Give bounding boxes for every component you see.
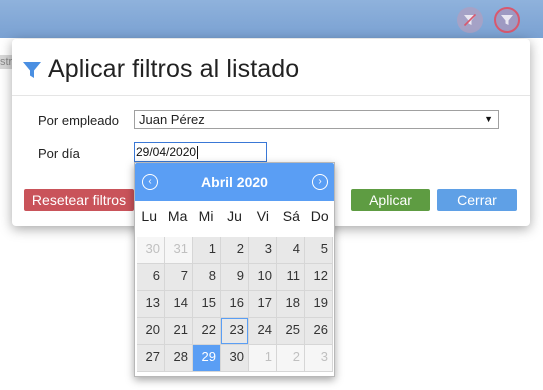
day-cell[interactable]: 30 <box>221 345 249 372</box>
day-cell-selected[interactable]: 29 <box>193 345 221 372</box>
day-cell[interactable]: 26 <box>305 318 333 345</box>
date-input-value: 29/04/2020 <box>136 145 197 159</box>
filter-off-icon <box>463 13 477 27</box>
day-cell[interactable]: 17 <box>249 291 277 318</box>
day-cell[interactable]: 3 <box>249 237 277 264</box>
close-button[interactable]: Cerrar <box>437 189 517 211</box>
datepicker-header: ‹ Abril 2020 › <box>135 163 334 201</box>
day-cell[interactable]: 27 <box>137 345 165 372</box>
weekday-label: Vi <box>256 208 269 224</box>
background-table-link: str <box>0 55 12 69</box>
dropdown-arrow-icon: ▼ <box>484 114 493 124</box>
divider <box>12 95 530 96</box>
day-cell[interactable]: 4 <box>277 237 305 264</box>
reset-filters-button[interactable]: Resetear filtros <box>24 189 134 211</box>
employee-select-value: Juan Pérez <box>139 112 205 127</box>
day-cell[interactable]: 9 <box>221 264 249 291</box>
weekday-label: Sá <box>282 208 300 224</box>
modal-header: Aplicar filtros al listado <box>22 55 299 84</box>
day-cell[interactable]: 7 <box>165 264 193 291</box>
clear-filter-button[interactable] <box>457 7 483 33</box>
next-month-button[interactable]: › <box>312 174 328 190</box>
month-title: Abril 2020 <box>201 174 268 190</box>
weekday-label: Ma <box>167 208 188 224</box>
text-caret <box>197 146 199 160</box>
day-cell[interactable]: 31 <box>165 237 193 264</box>
day-cell[interactable]: 6 <box>137 264 165 291</box>
weekday-label: Mi <box>198 208 214 224</box>
day-cell-today[interactable]: 23 <box>221 318 249 345</box>
filter-icon <box>501 15 513 25</box>
day-cell[interactable]: 5 <box>305 237 333 264</box>
filter-button[interactable] <box>494 7 520 33</box>
day-cell[interactable]: 21 <box>165 318 193 345</box>
day-cell[interactable]: 15 <box>193 291 221 318</box>
day-cell[interactable]: 30 <box>137 237 165 264</box>
day-label: Por día <box>38 146 80 161</box>
employee-label: Por empleado <box>38 113 119 128</box>
day-cell[interactable]: 22 <box>193 318 221 345</box>
day-cell[interactable]: 8 <box>193 264 221 291</box>
day-cell[interactable]: 12 <box>305 264 333 291</box>
apply-button[interactable]: Aplicar <box>351 189 430 211</box>
day-cell[interactable]: 24 <box>249 318 277 345</box>
day-cell[interactable]: 10 <box>249 264 277 291</box>
day-cell[interactable]: 1 <box>249 345 277 372</box>
day-cell[interactable]: 13 <box>137 291 165 318</box>
weekday-label: Ju <box>227 208 242 224</box>
day-grid: 30 31 1 2 3 4 5 6 7 8 9 10 11 12 13 14 15 16 17 18 19 20 21 22 2… <box>137 237 334 372</box>
day-cell[interactable]: 11 <box>277 264 305 291</box>
employee-select[interactable]: Juan Pérez ▼ <box>134 110 499 129</box>
chevron-right-icon: › <box>318 176 322 187</box>
day-cell[interactable]: 16 <box>221 291 249 318</box>
datepicker: ‹ Abril 2020 › Lu Ma Mi Ju Vi Sá Do 30 31 1 2 3 4 5 6… <box>134 162 335 377</box>
day-cell[interactable]: 1 <box>193 237 221 264</box>
day-cell[interactable]: 25 <box>277 318 305 345</box>
day-cell[interactable]: 14 <box>165 291 193 318</box>
top-toolbar <box>0 0 543 38</box>
date-input[interactable]: 29/04/2020 <box>134 142 267 162</box>
filter-icon <box>23 61 41 78</box>
day-cell[interactable]: 19 <box>305 291 333 318</box>
day-cell[interactable]: 2 <box>277 345 305 372</box>
weekday-header: Lu Ma Mi Ju Vi Sá Do <box>135 208 334 224</box>
day-cell[interactable]: 18 <box>277 291 305 318</box>
day-cell[interactable]: 20 <box>137 318 165 345</box>
day-cell[interactable]: 28 <box>165 345 193 372</box>
day-cell[interactable]: 3 <box>305 345 333 372</box>
weekday-label: Lu <box>141 208 157 224</box>
weekday-label: Do <box>310 208 329 224</box>
modal-title: Aplicar filtros al listado <box>48 55 300 83</box>
day-cell[interactable]: 2 <box>221 237 249 264</box>
